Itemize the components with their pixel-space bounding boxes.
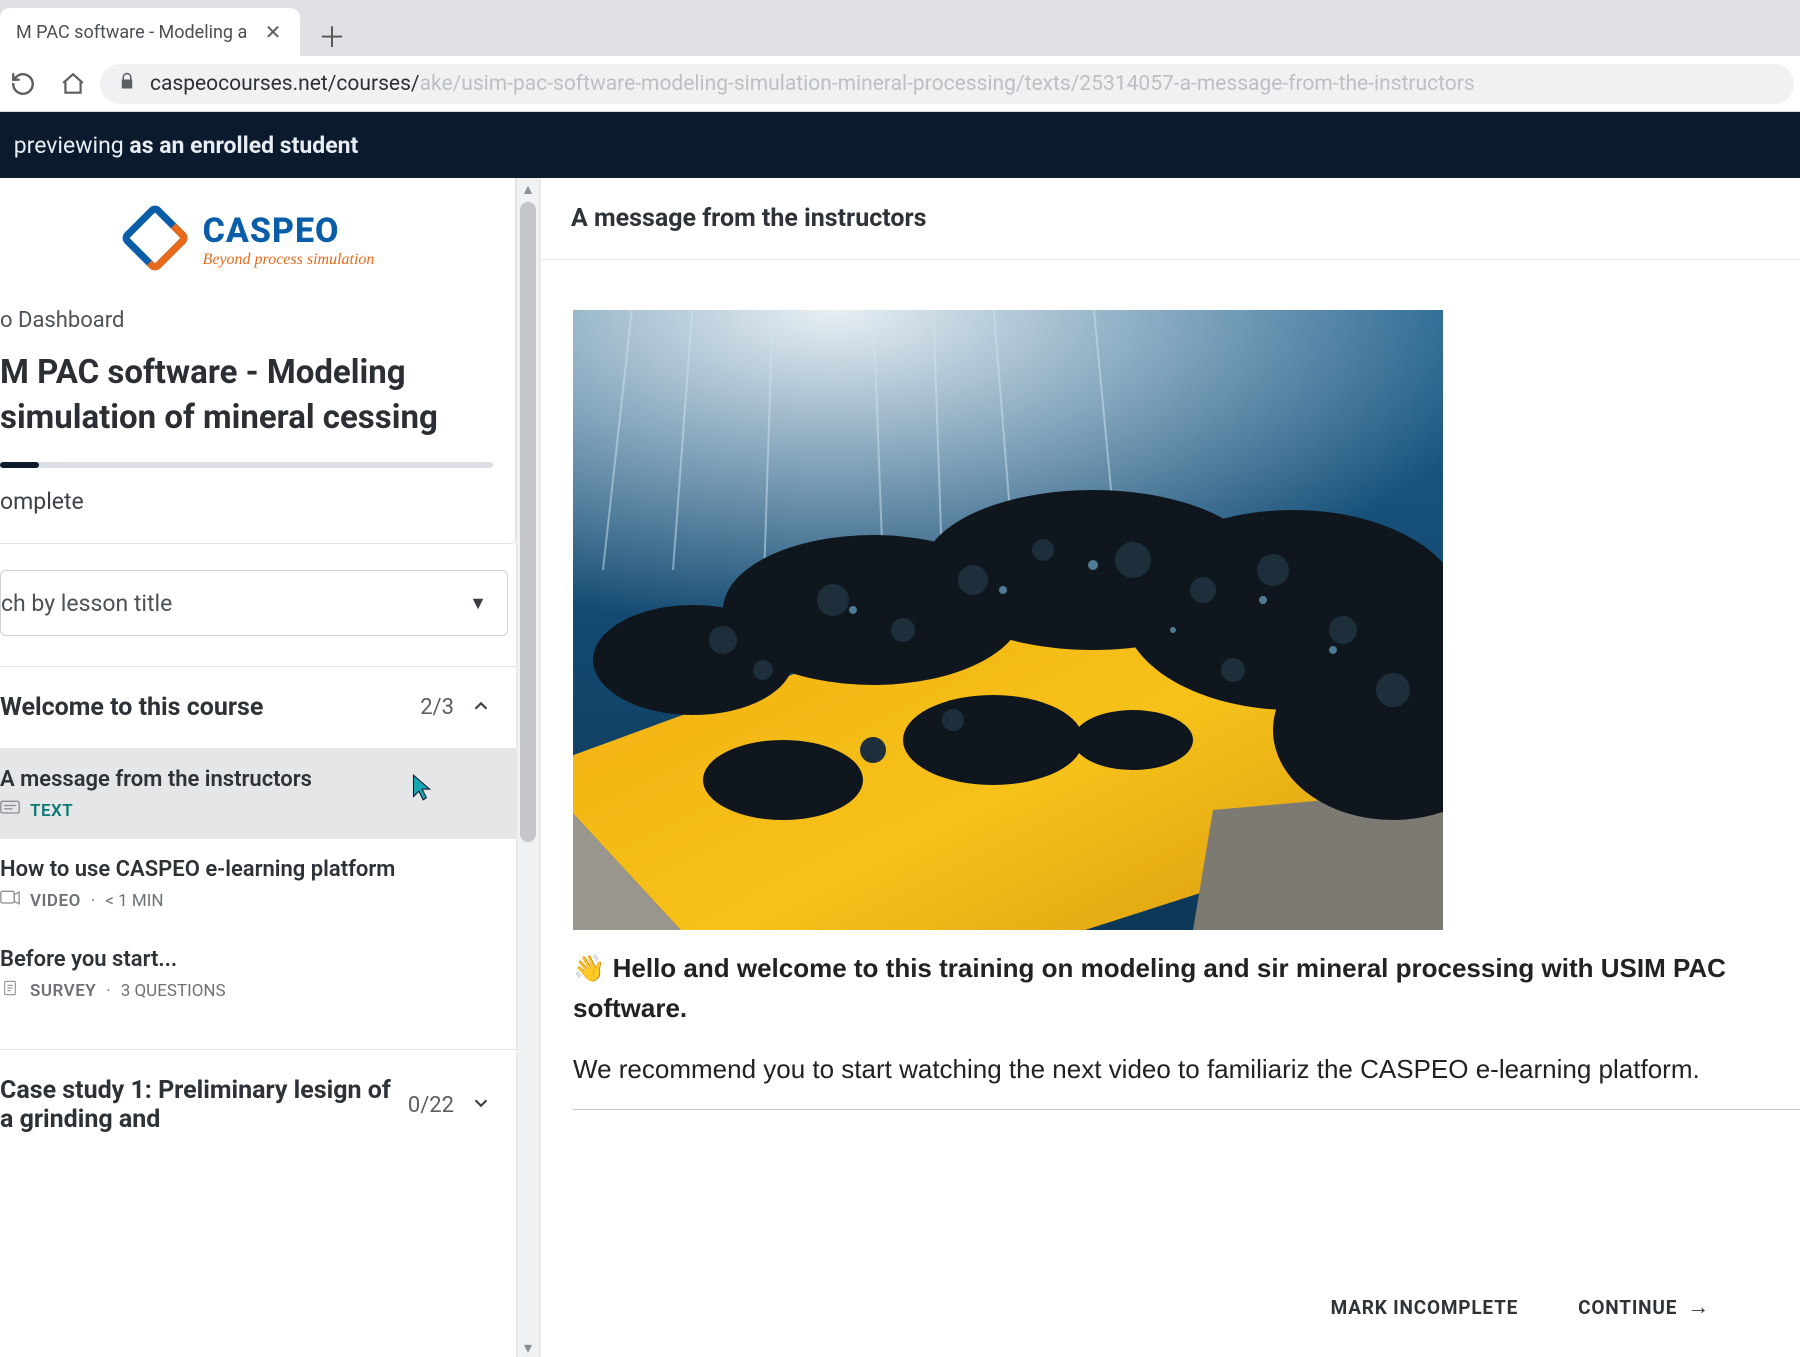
divider xyxy=(573,1109,1800,1110)
lesson-item[interactable]: How to use CASPEO e-learning platform VI… xyxy=(0,839,516,929)
chapter-title: Case study 1: Preliminary lesign of a gr… xyxy=(0,1076,392,1134)
lesson-footer: MARK INCOMPLETE CONTINUE → xyxy=(541,1257,1800,1357)
logo-mark-icon xyxy=(119,202,191,278)
browser-tab[interactable]: M PAC software - Modeling a ✕ xyxy=(0,8,300,56)
progress-fill xyxy=(0,462,39,468)
lesson-type: VIDEO xyxy=(30,891,81,911)
chapter: Case study 1: Preliminary lesign of a gr… xyxy=(0,1049,516,1160)
lesson-text: 👋 Hello and welcome to this training on … xyxy=(573,948,1800,1110)
lesson-title: Before you start... xyxy=(0,947,502,972)
lesson-title: A message from the instructors xyxy=(0,767,502,792)
lock-icon xyxy=(118,72,136,95)
logo-brand: CASPEO xyxy=(203,211,375,251)
sidebar-scrollbar[interactable]: ▴ ▾ xyxy=(516,178,540,1357)
lesson-content: A message from the instructors xyxy=(540,178,1800,1357)
scrollbar-thumb[interactable] xyxy=(520,202,536,842)
scroll-down-icon[interactable]: ▾ xyxy=(517,1337,539,1357)
close-icon[interactable]: ✕ xyxy=(262,21,284,43)
search-placeholder: ch by lesson title xyxy=(1,590,172,617)
text-icon xyxy=(0,800,20,821)
hero-image xyxy=(573,310,1443,930)
continue-button[interactable]: CONTINUE → xyxy=(1578,1294,1710,1320)
logo-tagline: Beyond process simulation xyxy=(203,251,375,269)
survey-icon xyxy=(0,980,20,1001)
scroll-up-icon[interactable]: ▴ xyxy=(517,178,539,198)
chapter-title: Welcome to this course xyxy=(0,693,404,722)
chapter-count: 2/3 xyxy=(420,695,454,720)
lesson-meta: VIDEO · < 1 MIN xyxy=(0,890,502,911)
arrow-right-icon: → xyxy=(1687,1294,1710,1320)
welcome-heading: Hello and welcome to this training on mo… xyxy=(573,953,1726,1023)
lesson-item[interactable]: A message from the instructors TEXT xyxy=(0,749,516,839)
chapter-count: 0/22 xyxy=(408,1093,454,1118)
course-summary-card: CASPEO Beyond process simulation o Dashb… xyxy=(0,178,516,544)
dashboard-link[interactable]: o Dashboard xyxy=(0,308,493,333)
preview-text: previewing as an enrolled student xyxy=(8,132,358,159)
logo: CASPEO Beyond process simulation xyxy=(0,202,493,278)
chevron-down-icon: ▼ xyxy=(469,593,487,614)
home-button[interactable] xyxy=(50,61,96,107)
lesson-item[interactable]: Before you start... SURVEY · 3 QUESTIONS xyxy=(0,929,516,1019)
lesson-question-count: 3 QUESTIONS xyxy=(121,981,226,1001)
browser-toolbar: caspeocourses.net/courses/ake/usim-pac-s… xyxy=(0,56,1800,112)
wave-icon: 👋 xyxy=(573,953,605,983)
chapter-header[interactable]: Welcome to this course 2/3 xyxy=(0,667,516,749)
page-title: A message from the instructors xyxy=(541,178,1800,260)
lesson-type: TEXT xyxy=(30,801,73,821)
lesson-duration: < 1 MIN xyxy=(105,891,163,911)
lesson-meta: SURVEY · 3 QUESTIONS xyxy=(0,980,502,1001)
sidebar-container: CASPEO Beyond process simulation o Dashb… xyxy=(0,178,540,1357)
app-body: CASPEO Beyond process simulation o Dashb… xyxy=(0,178,1800,1357)
progress-label: omplete xyxy=(0,488,493,515)
chevron-down-icon xyxy=(470,1092,492,1118)
course-sidebar: CASPEO Beyond process simulation o Dashb… xyxy=(0,178,516,1357)
lesson-type: SURVEY xyxy=(30,981,96,1001)
lesson-title: How to use CASPEO e-learning platform xyxy=(0,857,502,882)
chapter-header[interactable]: Case study 1: Preliminary lesign of a gr… xyxy=(0,1050,516,1160)
new-tab-button[interactable]: ＋ xyxy=(310,16,354,56)
address-bar[interactable]: caspeocourses.net/courses/ake/usim-pac-s… xyxy=(100,64,1794,104)
browser-chrome: M PAC software - Modeling a ✕ ＋ caspeoco… xyxy=(0,0,1800,112)
tab-title: M PAC software - Modeling a xyxy=(16,22,248,43)
chapter: Welcome to this course 2/3 A message fro… xyxy=(0,666,516,1019)
intro-paragraph: We recommend you to start watching the n… xyxy=(573,1049,1800,1089)
url-text: caspeocourses.net/courses/ake/usim-pac-s… xyxy=(150,72,1475,96)
video-icon xyxy=(0,890,20,911)
progress-bar xyxy=(0,462,493,468)
tab-strip: M PAC software - Modeling a ✕ ＋ xyxy=(0,0,1800,56)
preview-banner: previewing as an enrolled student xyxy=(0,112,1800,178)
reload-button[interactable] xyxy=(0,61,46,107)
chevron-up-icon xyxy=(470,695,492,721)
course-title: M PAC software - Modeling simulation of … xyxy=(0,351,493,440)
lesson-body: 👋 Hello and welcome to this training on … xyxy=(541,260,1800,1357)
lesson-meta: TEXT xyxy=(0,800,502,821)
mark-incomplete-button[interactable]: MARK INCOMPLETE xyxy=(1331,1296,1519,1319)
lesson-search-dropdown[interactable]: ch by lesson title ▼ xyxy=(0,570,508,636)
